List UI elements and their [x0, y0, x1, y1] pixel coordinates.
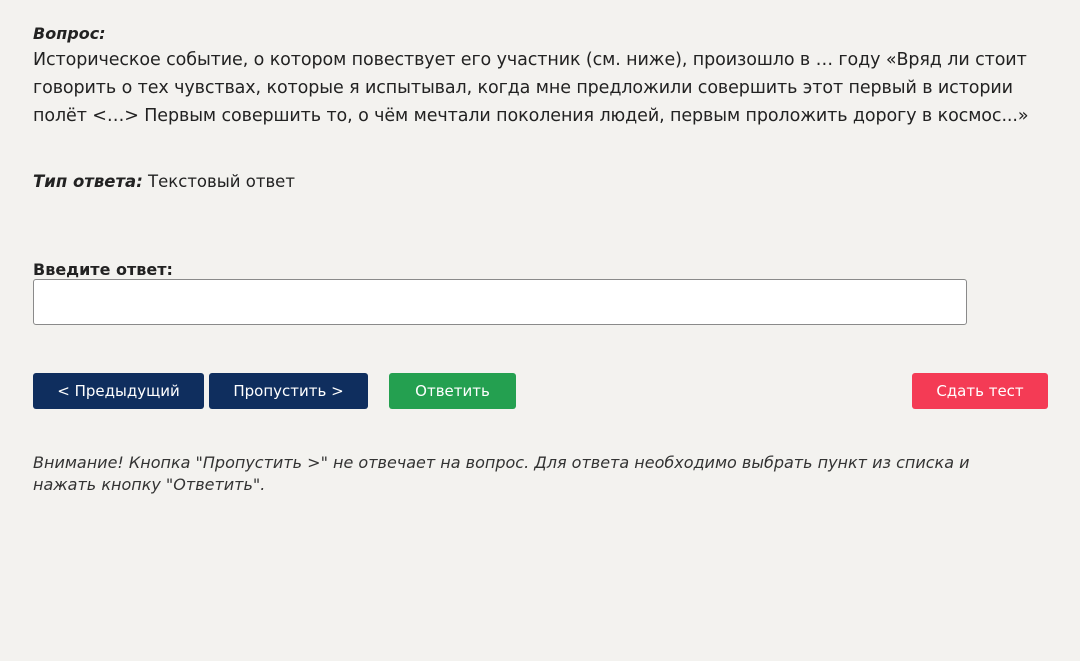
test-question-page: Вопрос: Историческое событие, о котором … [33, 24, 1048, 494]
previous-button[interactable]: < Предыдущий [33, 373, 204, 409]
answer-input[interactable] [33, 279, 967, 325]
answer-input-label: Введите ответ: [33, 260, 173, 279]
question-text: Историческое событие, о котором повеству… [33, 50, 1029, 126]
finish-test-button[interactable]: Сдать тест [912, 373, 1048, 409]
answer-type-value: Текстовый ответ [148, 172, 295, 191]
question-label: Вопрос: [33, 24, 106, 43]
answer-type: Тип ответа: Текстовый ответ [33, 172, 295, 192]
answer-type-label: Тип ответа: [33, 172, 143, 191]
skip-button[interactable]: Пропустить > [209, 373, 368, 409]
warning-note: Внимание! Кнопка "Пропустить >" не отвеч… [33, 453, 970, 494]
answer-button[interactable]: Ответить [389, 373, 516, 409]
